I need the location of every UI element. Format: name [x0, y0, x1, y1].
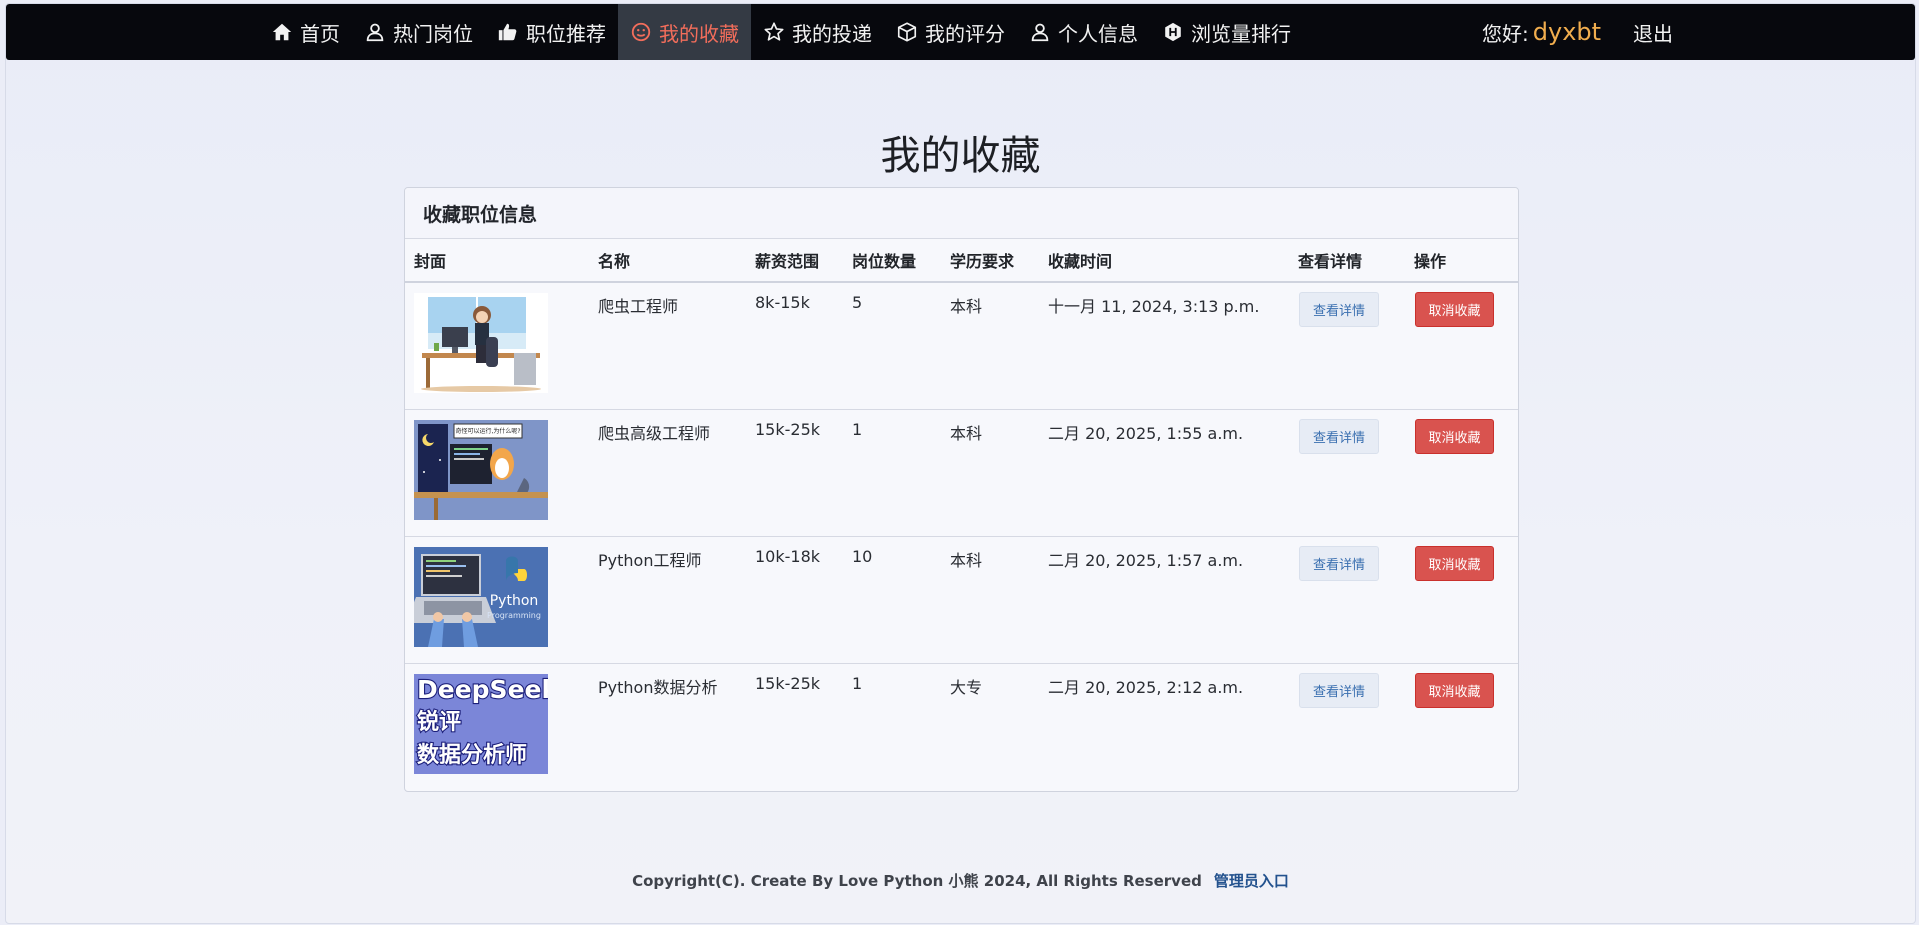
speech-bubble-text: 奇怪可以运行,为什么呢?	[455, 427, 520, 435]
position-count: 5	[852, 293, 863, 312]
job-name: Python数据分析	[598, 678, 718, 697]
position-count: 1	[852, 674, 863, 693]
python-cover-subtitle: Programming	[487, 611, 541, 620]
table-header: 封面 名称 薪资范围 岗位数量 学历要求 收藏时间 查看详情 操作	[405, 239, 1518, 283]
cover-image-deepseek: DeepSeek 锐评 数据分析师	[414, 674, 548, 774]
username[interactable]: dyxbt	[1533, 18, 1601, 46]
thumbs-up-icon	[497, 21, 519, 43]
card-header: 收藏职位信息	[405, 188, 1518, 239]
nav-item-hot-jobs[interactable]: 热门岗位	[352, 4, 485, 60]
cancel-favorite-button[interactable]: 取消收藏	[1415, 546, 1494, 581]
cover-image-office-girl	[414, 293, 548, 393]
home-icon	[271, 21, 293, 43]
education-requirement: 大专	[950, 678, 983, 697]
table-row: 奇怪可以运行,为什么呢? 爬虫高级工程师 15k-25k 1 本科 二月 20,…	[405, 410, 1518, 537]
column-header-count: 岗位数量	[852, 252, 917, 271]
column-header-detail: 查看详情	[1298, 252, 1363, 271]
education-requirement: 本科	[950, 297, 983, 316]
user-greeting: 您好: dyxbt	[1482, 4, 1601, 60]
nav-item-label: 我的评分	[925, 21, 1005, 46]
view-detail-button[interactable]: 查看详情	[1299, 419, 1379, 454]
nav-item-recommend[interactable]: 职位推荐	[485, 4, 618, 60]
nav-item-label: 浏览量排行	[1191, 21, 1291, 46]
favorite-time: 二月 20, 2025, 2:12 a.m.	[1048, 678, 1244, 697]
nav-item-favorites[interactable]: 我的收藏	[618, 4, 751, 60]
top-navbar: 首页 热门岗位 职位推荐 我的收藏 我的投递 我的评分 个人信息 浏览量排行 您…	[6, 4, 1915, 60]
nav-item-label: 个人信息	[1058, 21, 1138, 46]
table-row: Python Programming Python工程师 10k-18k 10 …	[405, 537, 1518, 664]
nav-item-label: 我的投递	[792, 21, 872, 46]
cancel-favorite-button[interactable]: 取消收藏	[1415, 292, 1494, 327]
nav-item-ratings[interactable]: 我的评分	[884, 4, 1017, 60]
nav-item-views-ranking[interactable]: 浏览量排行	[1150, 4, 1303, 60]
salary-range: 15k-25k	[755, 420, 821, 439]
favorite-time: 二月 20, 2025, 1:55 a.m.	[1048, 424, 1244, 443]
view-detail-button[interactable]: 查看详情	[1299, 546, 1379, 581]
favorite-time: 二月 20, 2025, 1:57 a.m.	[1048, 551, 1244, 570]
favorites-card: 收藏职位信息 封面 名称 薪资范围 岗位数量 学历要求 收藏时间 查看详情 操作	[404, 187, 1519, 792]
deepseek-cover-title: DeepSeek	[417, 675, 548, 704]
python-cover-title: Python	[490, 593, 539, 609]
logout-link[interactable]: 退出	[1633, 4, 1673, 60]
column-header-name: 名称	[598, 252, 631, 271]
nav-item-label: 首页	[300, 21, 340, 46]
cancel-favorite-button[interactable]: 取消收藏	[1415, 673, 1494, 708]
salary-range: 8k-15k	[755, 293, 810, 312]
deepseek-cover-line2: 锐评	[417, 709, 461, 735]
admin-entry-link[interactable]: 管理员入口	[1214, 872, 1289, 890]
cancel-favorite-button[interactable]: 取消收藏	[1415, 419, 1494, 454]
job-name: Python工程师	[598, 551, 702, 570]
education-requirement: 本科	[950, 424, 983, 443]
hexagon-h-icon	[1162, 21, 1184, 43]
nav-item-home[interactable]: 首页	[259, 4, 352, 60]
smiley-icon	[630, 21, 652, 43]
table-row: DeepSeek 锐评 数据分析师 Python数据分析 15k-25k 1 大…	[405, 664, 1518, 790]
column-header-time: 收藏时间	[1048, 252, 1113, 271]
column-header-cover: 封面	[414, 252, 447, 271]
star-icon	[763, 21, 785, 43]
nav-item-applications[interactable]: 我的投递	[751, 4, 884, 60]
nav-item-label: 热门岗位	[393, 21, 473, 46]
copyright-text: Copyright(C). Create By Love Python 小熊 2…	[632, 872, 1202, 890]
job-name: 爬虫高级工程师	[598, 424, 711, 443]
cover-image-python-programming: Python Programming	[414, 547, 548, 647]
favorite-time: 十一月 11, 2024, 3:13 p.m.	[1048, 297, 1260, 316]
nav-menu: 首页 热门岗位 职位推荐 我的收藏 我的投递 我的评分 个人信息 浏览量排行	[259, 4, 1303, 60]
deepseek-cover-line3: 数据分析师	[417, 742, 527, 768]
page-frame: 首页 热门岗位 职位推荐 我的收藏 我的投递 我的评分 个人信息 浏览量排行 您…	[5, 3, 1916, 924]
salary-range: 10k-18k	[755, 547, 821, 566]
column-header-salary: 薪资范围	[755, 252, 820, 271]
table-row: 爬虫工程师 8k-15k 5 本科 十一月 11, 2024, 3:13 p.m…	[405, 283, 1518, 410]
nav-item-label: 职位推荐	[526, 21, 606, 46]
page-title: 我的收藏	[880, 133, 1041, 179]
column-header-action: 操作	[1414, 252, 1447, 271]
view-detail-button[interactable]: 查看详情	[1299, 292, 1379, 327]
position-count: 1	[852, 420, 863, 439]
salary-range: 15k-25k	[755, 674, 821, 693]
nav-item-profile[interactable]: 个人信息	[1017, 4, 1150, 60]
education-requirement: 本科	[950, 551, 983, 570]
cover-image-cat-coder: 奇怪可以运行,为什么呢?	[414, 420, 548, 520]
greeting-text: 您好:	[1482, 21, 1529, 46]
job-name: 爬虫工程师	[598, 297, 679, 316]
view-detail-button[interactable]: 查看详情	[1299, 673, 1379, 708]
page-footer: Copyright(C). Create By Love Python 小熊 2…	[6, 870, 1915, 891]
person-icon	[364, 21, 386, 43]
nav-item-label: 我的收藏	[659, 21, 739, 46]
position-count: 10	[852, 547, 873, 566]
cube-icon	[896, 21, 918, 43]
column-header-education: 学历要求	[950, 252, 1015, 271]
person-icon	[1029, 21, 1051, 43]
